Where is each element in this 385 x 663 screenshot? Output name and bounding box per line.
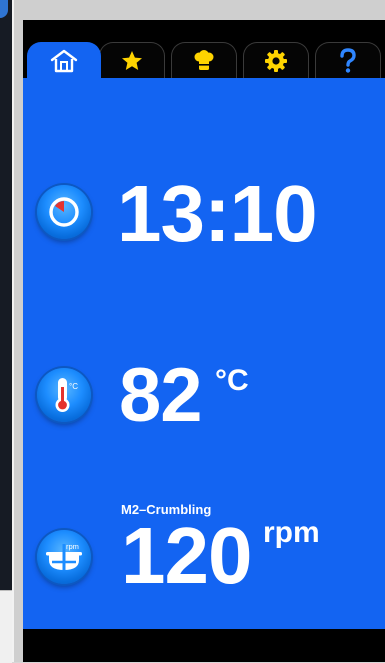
speed-value: 120 [121, 511, 252, 600]
tab-help[interactable] [315, 42, 381, 78]
home-icon [50, 49, 78, 72]
speed-unit: rpm [263, 516, 320, 549]
status-panel: 13:10 °C 82 °C M2–Crumbling rpm 120 rpm [23, 78, 385, 629]
time-value: 13:10 [117, 169, 318, 258]
temperature-value: 82 [119, 353, 203, 438]
tab-favorites[interactable] [99, 42, 165, 78]
thermometer-icon: °C [55, 378, 78, 412]
speed-button[interactable]: rpm [37, 530, 91, 584]
tab-bar [23, 20, 385, 78]
temperature-button[interactable]: °C [37, 368, 91, 422]
background-left-edge [0, 0, 12, 590]
gear-icon [265, 49, 287, 72]
chef-hat-icon [194, 49, 214, 70]
background-left-bottom [0, 590, 12, 663]
tab-recipes[interactable] [171, 42, 237, 78]
tab-settings[interactable] [243, 42, 309, 78]
help-icon [340, 47, 356, 73]
svg-text:rpm: rpm [66, 542, 79, 551]
tab-home[interactable] [27, 42, 101, 78]
speed-rpm-icon: rpm [46, 542, 82, 570]
temperature-unit: °C [215, 364, 249, 397]
star-icon [122, 50, 142, 70]
timer-button[interactable] [37, 185, 91, 239]
device-screen: 13:10 °C 82 °C M2–Crumbling rpm 120 rpm [23, 20, 385, 662]
bottom-bar [23, 629, 385, 662]
timer-icon [49, 197, 79, 227]
svg-text:°C: °C [69, 382, 78, 391]
